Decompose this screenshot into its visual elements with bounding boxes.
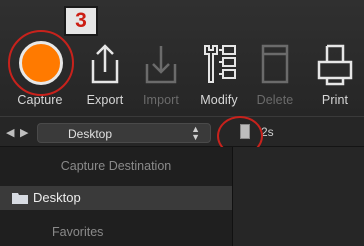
callout-3-text: 3 xyxy=(75,9,87,32)
modify-icon xyxy=(204,45,236,83)
export-label: Export xyxy=(86,93,124,107)
callout-3-badge: 3 xyxy=(64,6,98,36)
path-bar: ◀ ▶ Desktop ▲ ▼ xyxy=(0,116,364,147)
back-arrow-icon[interactable]: ◀ xyxy=(6,126,14,139)
import-label: Import xyxy=(142,93,180,107)
print-button[interactable]: Print xyxy=(306,32,364,112)
export-icon xyxy=(91,44,119,84)
import-icon xyxy=(145,46,177,84)
capture-highlight-ring xyxy=(8,30,74,96)
modify-button[interactable]: Modify xyxy=(192,32,246,112)
delete-label: Delete xyxy=(256,93,294,107)
sidebar-favorites-header: Favorites xyxy=(52,225,104,239)
chevron-updown-icon: ▲ ▼ xyxy=(191,124,200,142)
delete-icon xyxy=(261,44,289,84)
modify-label: Modify xyxy=(200,93,238,107)
destination-select[interactable]: Desktop ▲ ▼ xyxy=(37,123,211,143)
sidebar-item-label: Desktop xyxy=(33,190,81,205)
sidebar-item-desktop[interactable]: Desktop xyxy=(0,186,232,210)
import-button[interactable]: Import xyxy=(134,32,188,112)
print-icon xyxy=(317,44,353,86)
content-area xyxy=(233,147,364,246)
print-label: Print xyxy=(321,93,349,107)
sidebar: Capture Destination Desktop Favorites xyxy=(0,147,232,246)
forward-arrow-icon[interactable]: ▶ xyxy=(20,126,28,139)
sidebar-header: Capture Destination xyxy=(60,159,172,173)
destination-select-value: Desktop xyxy=(68,127,113,141)
export-button[interactable]: Export xyxy=(78,32,132,112)
folder-icon xyxy=(12,193,28,204)
delete-button[interactable]: Delete xyxy=(248,32,302,112)
